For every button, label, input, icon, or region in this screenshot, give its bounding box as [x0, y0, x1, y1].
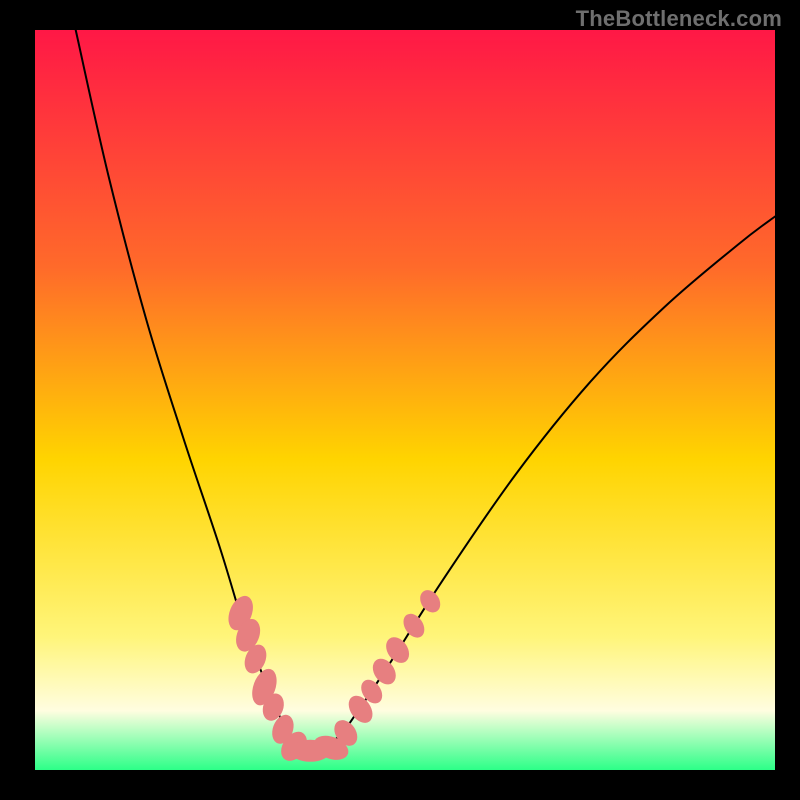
curve-line	[76, 30, 775, 751]
curve-markers	[224, 586, 445, 765]
watermark-label: TheBottleneck.com	[576, 6, 782, 32]
chart-frame: TheBottleneck.com	[0, 0, 800, 800]
chart-plot	[35, 30, 775, 770]
